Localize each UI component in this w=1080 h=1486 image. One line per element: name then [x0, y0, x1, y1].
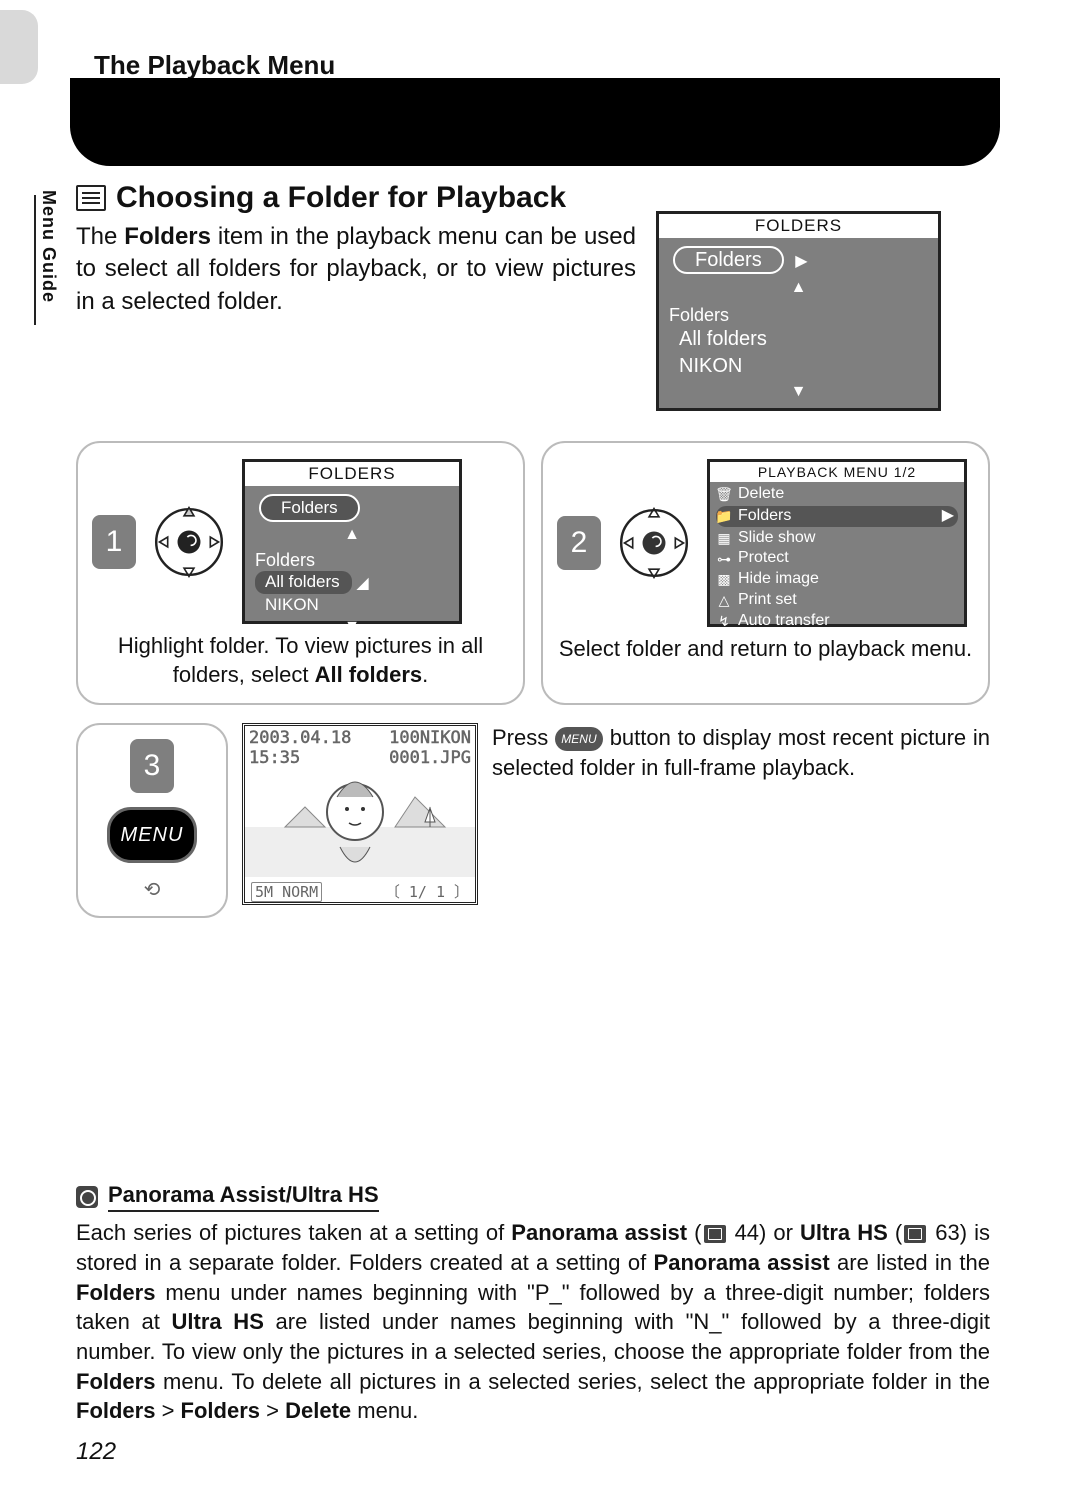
note-title: Panorama Assist/Ultra HS: [108, 1182, 379, 1212]
menu-item-icon: ⊶: [716, 550, 732, 568]
lcd-folders-large: FOLDERS Folders ▶ ▲ Folders All folders …: [656, 211, 941, 411]
lcd-title: FOLDERS: [659, 214, 938, 238]
menu-item-icon: ↯: [716, 612, 732, 630]
lcd-line: NIKON: [669, 353, 928, 380]
playback-menu-item: ↯ Auto transfer: [716, 611, 958, 632]
note-body: Each series of pictures taken at a setti…: [76, 1218, 990, 1426]
side-tab: [0, 10, 38, 84]
bookmark-icon: [704, 1225, 726, 1243]
preview-size: 5M NORM: [251, 882, 322, 902]
playback-menu-item: ⊶ Protect: [716, 548, 958, 569]
playback-preview: 2003.04.18 15:35 100NIKON 0001.JPG: [242, 723, 478, 905]
dpad-icon: [613, 487, 695, 599]
lcd-group: Folders: [255, 550, 449, 571]
playback-menu-item: ▦ Slide show: [716, 528, 958, 549]
lcd-line: NIKON: [255, 594, 449, 617]
playback-menu-item: 📁 Folders ▶: [716, 506, 958, 527]
menu-item-icon: △: [716, 591, 732, 609]
list-icon: [76, 185, 106, 211]
header-title: The Playback Menu: [94, 50, 990, 81]
step-1: 1 FOLDERS Folders: [76, 441, 525, 705]
note-icon: [76, 1186, 98, 1208]
lcd-line: All folders: [669, 326, 928, 353]
menu-button-icon: MENU: [555, 727, 603, 751]
step-caption: Select folder and return to playback men…: [559, 635, 972, 664]
lcd-line: All folders: [255, 571, 352, 594]
preview-folder: 100NIKON: [389, 728, 471, 748]
timer-icon: ⟲: [144, 877, 161, 902]
lcd-title: PLAYBACK MENU 1/2: [710, 462, 964, 482]
lcd-folders-small: FOLDERS Folders ▲ Folders All folders ◢ …: [242, 459, 462, 624]
menu-button[interactable]: MENU: [107, 807, 197, 863]
side-label: Menu Guide: [38, 190, 59, 303]
menu-item-label: Print set: [738, 590, 797, 611]
menu-item-icon: 🗑: [716, 485, 732, 503]
lcd-group: Folders: [669, 305, 928, 326]
arrow-up-icon: ▲: [344, 526, 360, 544]
arrow-down-icon: ▼: [791, 383, 807, 401]
header-panel: [70, 78, 1000, 166]
playback-menu-item: ▩ Hide image: [716, 569, 958, 590]
dpad-icon: [148, 486, 230, 598]
playback-menu-item: 🗑 Delete: [716, 484, 958, 505]
lcd-title: FOLDERS: [245, 462, 459, 486]
step-2: 2 PLAYBACK MENU 1/2 🗑Delete📁Folders▶▦S: [541, 441, 990, 705]
menu-item-label: Delete: [738, 484, 784, 505]
arrow-down-icon: ▼: [344, 618, 360, 636]
arrow-right-icon: ▶: [942, 506, 954, 527]
menu-item-label: Auto transfer: [738, 611, 830, 632]
menu-item-icon: ▩: [716, 570, 732, 588]
menu-item-label: Folders: [738, 506, 791, 527]
step-num: 3: [130, 739, 174, 793]
bookmark-icon: [904, 1225, 926, 1243]
folders-pill: Folders: [673, 246, 784, 274]
section-title: Choosing a Folder for Playback: [116, 181, 566, 215]
menu-item-icon: ▦: [716, 529, 732, 547]
step-3: 3 MENU ⟲: [76, 723, 228, 918]
step-num: 2: [557, 516, 601, 570]
folders-pill: Folders: [259, 494, 360, 522]
enter-icon: ◢: [356, 573, 368, 593]
section-intro: The Folders item in the playback menu ca…: [76, 221, 636, 318]
page-number: 122: [76, 1438, 116, 1466]
side-rule: [34, 195, 36, 325]
step3-text: Press MENU button to display most recent…: [492, 723, 990, 918]
arrow-right-icon: ▶: [795, 251, 807, 271]
menu-item-label: Hide image: [738, 569, 819, 590]
menu-item-icon: 📁: [716, 507, 732, 525]
menu-item-label: Protect: [738, 548, 789, 569]
step-num: 1: [92, 515, 136, 569]
lcd-playback-menu: PLAYBACK MENU 1/2 🗑 Delete 📁 Folders ▶ ▦ Slide…: [707, 459, 967, 627]
preview-index: 〔 1/ 1 〕: [385, 881, 469, 902]
preview-illustration: [245, 754, 475, 880]
arrow-up-icon: ▲: [791, 279, 807, 297]
playback-menu-item: △ Print set: [716, 590, 958, 611]
preview-date: 2003.04.18: [249, 728, 351, 748]
menu-item-label: Slide show: [738, 528, 815, 549]
